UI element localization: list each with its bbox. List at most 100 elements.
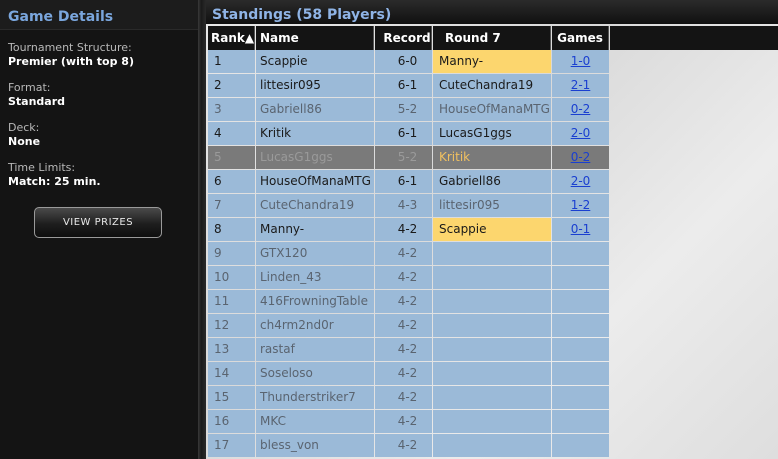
opponent-cell: LucasG1ggs — [433, 122, 551, 145]
record-cell: 4-2 — [375, 362, 432, 385]
opponent-cell: Manny- — [433, 50, 551, 73]
record-cell: 4-2 — [375, 266, 432, 289]
games-cell — [552, 266, 609, 289]
standings-header: Standings (58 Players) — [206, 0, 778, 24]
standings-row[interactable]: 4 Kritik 6-1 LucasG1ggs 2-0 — [206, 122, 610, 146]
games-link[interactable]: 2-0 — [571, 126, 591, 140]
name-cell: Scappie — [256, 50, 374, 73]
column-header-name[interactable]: Name — [256, 26, 374, 50]
standings-row[interactable]: 1 Scappie 6-0 Manny- 1-0 — [206, 50, 610, 74]
record-cell: 5-2 — [375, 146, 432, 169]
record-cell: 4-2 — [375, 434, 432, 457]
rank-cell: 8 — [208, 218, 255, 241]
games-cell[interactable]: 2-0 — [552, 122, 609, 145]
column-header-record[interactable]: Record — [375, 26, 432, 50]
standings-panel: Standings (58 Players) Rank▲ Name Record… — [206, 0, 778, 459]
games-link[interactable]: 2-1 — [571, 78, 591, 92]
standings-row[interactable]: 5 LucasG1ggs 5-2 Kritik 0-2 — [206, 146, 610, 170]
standings-row[interactable]: 14 Soseloso 4-2 — [206, 362, 610, 386]
rank-cell: 4 — [208, 122, 255, 145]
standings-title: Standings (58 Players) — [212, 7, 392, 23]
games-cell — [552, 338, 609, 361]
rank-cell: 16 — [208, 410, 255, 433]
name-cell: littesir095 — [256, 74, 374, 97]
standings-row[interactable]: 13 rastaf 4-2 — [206, 338, 610, 362]
games-cell[interactable]: 1-2 — [552, 194, 609, 217]
deck-value: None — [8, 135, 41, 148]
rank-cell: 1 — [208, 50, 255, 73]
standings-row[interactable]: 7 CuteChandra19 4-3 littesir095 1-2 — [206, 194, 610, 218]
games-cell[interactable]: 0-2 — [552, 146, 609, 169]
games-link[interactable]: 1-0 — [571, 54, 591, 68]
rank-cell: 5 — [208, 146, 255, 169]
name-cell: bless_von — [256, 434, 374, 457]
rank-cell: 11 — [208, 290, 255, 313]
column-header-rank[interactable]: Rank▲ — [208, 26, 255, 50]
standings-row[interactable]: 12 ch4rm2nd0r 4-2 — [206, 314, 610, 338]
opponent-cell — [433, 434, 551, 457]
games-link[interactable]: 1-2 — [571, 198, 591, 212]
column-header-round[interactable]: Round 7 — [433, 26, 551, 50]
games-link[interactable]: 2-0 — [571, 174, 591, 188]
name-cell: rastaf — [256, 338, 374, 361]
standings-row[interactable]: 17 bless_von 4-2 — [206, 434, 610, 458]
format-value: Standard — [8, 95, 66, 108]
record-cell: 6-1 — [375, 170, 432, 193]
rank-cell: 15 — [208, 386, 255, 409]
structure-value: Premier (with top 8) — [8, 55, 134, 68]
games-cell[interactable]: 2-0 — [552, 170, 609, 193]
name-cell: Thunderstriker7 — [256, 386, 374, 409]
rank-cell: 3 — [208, 98, 255, 121]
name-cell: Manny- — [256, 218, 374, 241]
opponent-cell — [433, 410, 551, 433]
view-prizes-button[interactable]: VIEW PRIZES — [34, 207, 162, 238]
standings-row[interactable]: 8 Manny- 4-2 Scappie 0-1 — [206, 218, 610, 242]
games-link[interactable]: 0-2 — [571, 102, 591, 116]
games-cell — [552, 434, 609, 457]
rank-cell: 17 — [208, 434, 255, 457]
games-cell[interactable]: 0-1 — [552, 218, 609, 241]
games-cell[interactable]: 1-0 — [552, 50, 609, 73]
rank-cell: 10 — [208, 266, 255, 289]
record-cell: 6-1 — [375, 122, 432, 145]
standings-row[interactable]: 11 416FrowningTable 4-2 — [206, 290, 610, 314]
rank-cell: 13 — [208, 338, 255, 361]
opponent-cell — [433, 242, 551, 265]
time-limits-value: Match: 25 min. — [8, 175, 101, 188]
panel-divider — [198, 0, 206, 459]
record-cell: 6-1 — [375, 74, 432, 97]
games-link[interactable]: 0-1 — [571, 222, 591, 236]
name-cell: 416FrowningTable — [256, 290, 374, 313]
name-cell: MKC — [256, 410, 374, 433]
games-link[interactable]: 0-2 — [571, 150, 591, 164]
column-header-games[interactable]: Games — [552, 26, 609, 50]
standings-row[interactable]: 10 Linden_43 4-2 — [206, 266, 610, 290]
deck-info: Deck: None — [8, 121, 193, 149]
game-details-title: Game Details — [8, 9, 114, 25]
games-cell[interactable]: 2-1 — [552, 74, 609, 97]
standings-row[interactable]: 9 GTX120 4-2 — [206, 242, 610, 266]
structure-info: Tournament Structure: Premier (with top … — [8, 41, 193, 69]
rank-cell: 9 — [208, 242, 255, 265]
games-cell — [552, 410, 609, 433]
standings-row[interactable]: 3 Gabriell86 5-2 HouseOfManaMTG 0-2 — [206, 98, 610, 122]
name-cell: GTX120 — [256, 242, 374, 265]
opponent-cell — [433, 266, 551, 289]
standings-row[interactable]: 15 Thunderstriker7 4-2 — [206, 386, 610, 410]
record-cell: 4-3 — [375, 194, 432, 217]
time-limits-label: Time Limits: — [8, 161, 76, 174]
opponent-cell: Kritik — [433, 146, 551, 169]
games-cell[interactable]: 0-2 — [552, 98, 609, 121]
standings-table-header: Rank▲ Name Record Round 7 Games — [206, 26, 778, 50]
standings-row[interactable]: 2 littesir095 6-1 CuteChandra19 2-1 — [206, 74, 610, 98]
opponent-cell — [433, 362, 551, 385]
record-cell: 4-2 — [375, 410, 432, 433]
opponent-cell: CuteChandra19 — [433, 74, 551, 97]
games-cell — [552, 314, 609, 337]
standings-row[interactable]: 16 MKC 4-2 — [206, 410, 610, 434]
rank-cell: 2 — [208, 74, 255, 97]
name-cell: Kritik — [256, 122, 374, 145]
format-info: Format: Standard — [8, 81, 193, 109]
games-cell — [552, 362, 609, 385]
standings-row[interactable]: 6 HouseOfManaMTG 6-1 Gabriell86 2-0 — [206, 170, 610, 194]
